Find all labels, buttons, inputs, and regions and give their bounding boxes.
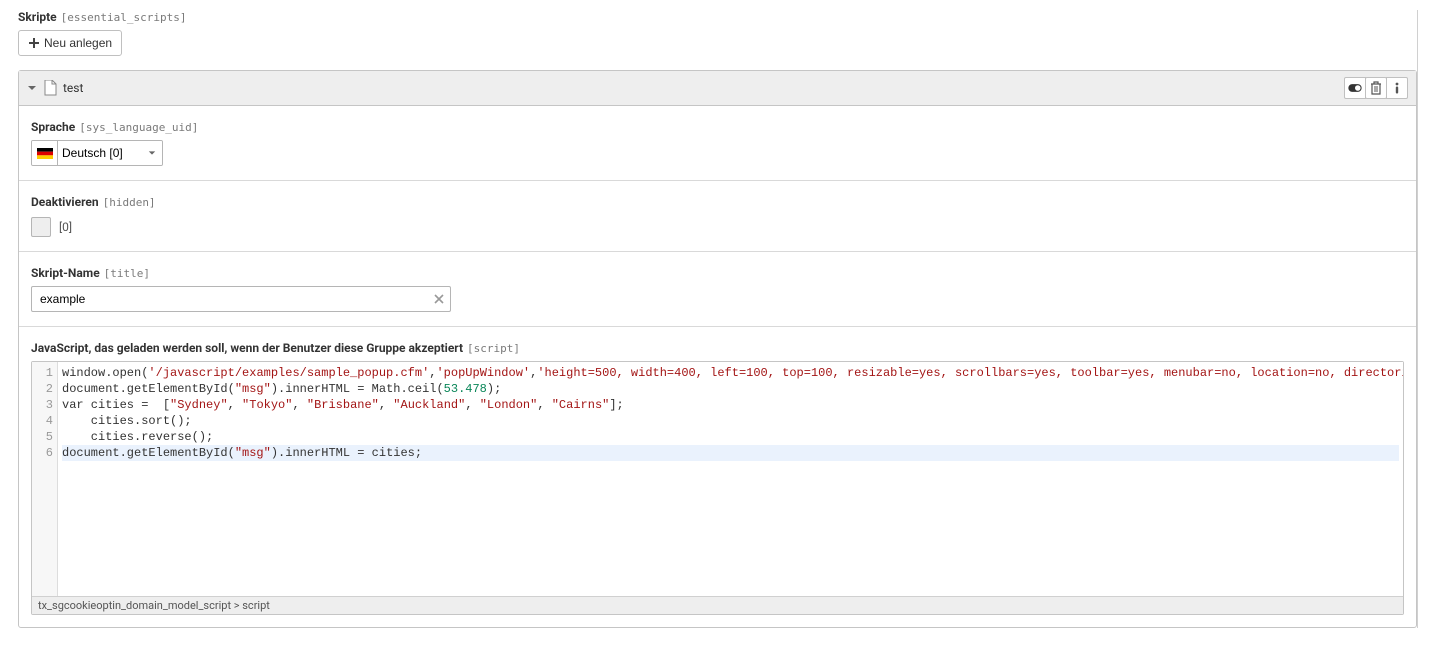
script-body-techname: [script] [467, 342, 520, 355]
language-selector[interactable]: Deutsch [0] [31, 140, 163, 166]
collapse-caret-icon[interactable] [27, 83, 37, 93]
flag-de-icon [37, 148, 53, 159]
panel-title: test [63, 81, 83, 95]
code-content[interactable]: window.open('/javascript/examples/sample… [58, 362, 1403, 596]
script-name-label: Skript-Name [31, 266, 100, 280]
script-body-section: JavaScript, das geladen werden soll, wen… [19, 327, 1416, 615]
code-editor[interactable]: 1 2 3 4 5 6 window.open('/javascript/exa… [32, 362, 1403, 596]
language-label: Sprache [31, 120, 75, 134]
new-script-button[interactable]: Neu anlegen [18, 30, 122, 56]
info-icon [1391, 81, 1403, 95]
clear-icon[interactable] [433, 293, 445, 305]
scripts-heading: Skripte [essential_scripts] [18, 10, 1417, 24]
disable-techname: [hidden] [103, 196, 156, 209]
info-button[interactable] [1386, 77, 1408, 99]
toggle-switch-icon [1348, 83, 1362, 93]
disable-label: Deaktivieren [31, 195, 99, 209]
disable-section: Deaktivieren [hidden] [0] [19, 181, 1416, 252]
document-icon [43, 80, 57, 96]
trash-icon [1370, 81, 1382, 95]
scripts-label: Skripte [18, 10, 57, 24]
code-status-bar: tx_sgcookieoptin_domain_model_script > s… [32, 596, 1403, 614]
language-techname: [sys_language_uid] [79, 121, 198, 134]
plus-icon [28, 37, 40, 49]
scripts-techname: [essential_scripts] [61, 11, 187, 24]
delete-button[interactable] [1365, 77, 1387, 99]
script-name-input[interactable] [31, 286, 451, 312]
flag-icon-wrap [32, 141, 58, 165]
panel-header[interactable]: test [19, 71, 1416, 106]
code-gutter: 1 2 3 4 5 6 [32, 362, 58, 596]
disable-value: [0] [59, 220, 72, 234]
new-script-label: Neu anlegen [44, 36, 112, 50]
language-select[interactable]: Deutsch [0] [58, 141, 162, 165]
language-section: Sprache [sys_language_uid] Deutsch [0] [19, 106, 1416, 181]
toggle-visibility-button[interactable] [1344, 77, 1366, 99]
disable-checkbox[interactable] [31, 217, 51, 237]
panel-actions [1344, 77, 1408, 99]
script-name-techname: [title] [104, 267, 150, 280]
script-body-label: JavaScript, das geladen werden soll, wen… [31, 341, 463, 355]
code-editor-wrap: 1 2 3 4 5 6 window.open('/javascript/exa… [31, 361, 1404, 615]
script-name-section: Skript-Name [title] [19, 252, 1416, 327]
script-item-panel: test [18, 70, 1417, 628]
